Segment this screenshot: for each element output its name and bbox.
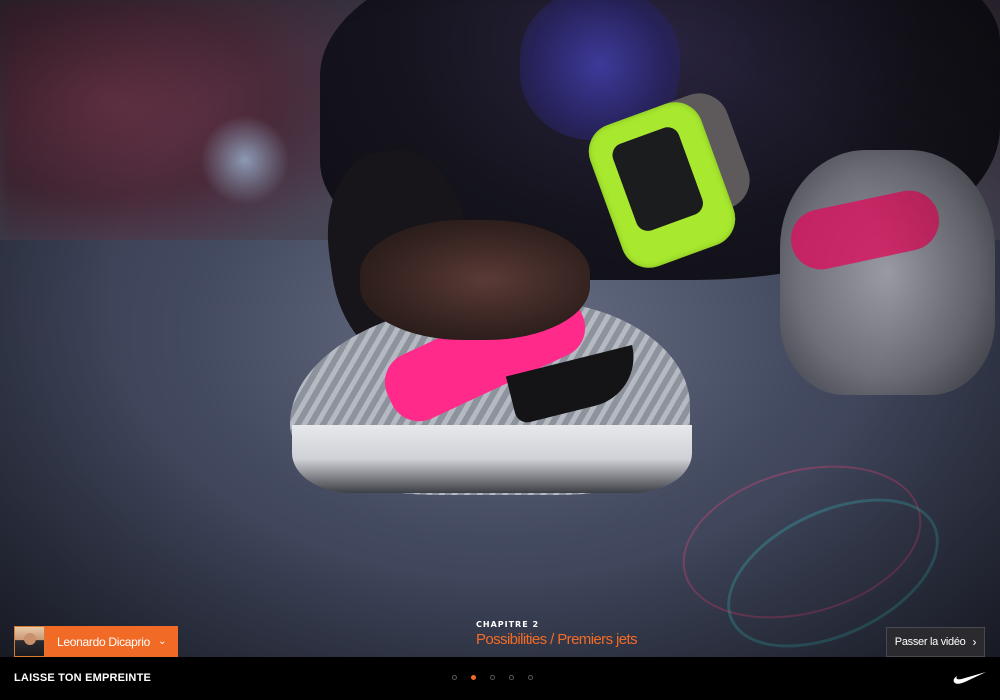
chevron-down-icon: ⌄: [157, 636, 167, 647]
skip-video-button[interactable]: Passer la vidéo ›: [886, 627, 985, 657]
chapter-pager: [452, 675, 533, 680]
chevron-right-icon: ›: [972, 635, 977, 649]
avatar: [14, 626, 45, 657]
video-frame[interactable]: [0, 0, 1000, 657]
pager-dot[interactable]: [528, 675, 533, 680]
chapter-title: Possibilities / Premiers jets: [476, 631, 638, 648]
athlete-name: Leonardo Dicaprio: [57, 634, 150, 649]
campaign-tagline: LAISSE TON EMPREINTE: [14, 672, 152, 684]
pager-dot[interactable]: [452, 675, 457, 680]
athlete-selector-label-box[interactable]: Leonardo Dicaprio ⌄: [45, 626, 179, 657]
vignette: [0, 0, 1000, 657]
video-stage: Leonardo Dicaprio ⌄ CHAPITRE 2 Possibili…: [0, 0, 1000, 700]
chapter-info: CHAPITRE 2 Possibilities / Premiers jets: [476, 620, 736, 648]
nike-swoosh-icon[interactable]: [953, 669, 987, 685]
pager-dot-active[interactable]: [471, 675, 476, 680]
chapter-kicker: CHAPITRE 2: [476, 620, 540, 629]
pager-dot[interactable]: [490, 675, 495, 680]
skip-video-label: Passer la vidéo: [894, 636, 966, 648]
pager-dot[interactable]: [509, 675, 514, 680]
athlete-selector-button[interactable]: Leonardo Dicaprio ⌄: [14, 626, 179, 657]
